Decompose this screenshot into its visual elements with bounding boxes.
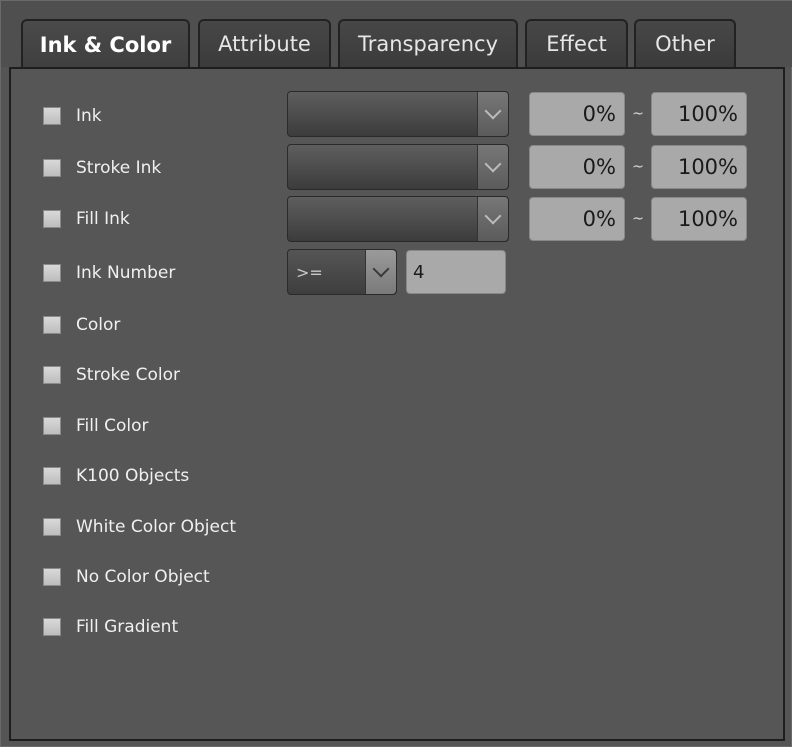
tab-other[interactable]: Other bbox=[634, 19, 736, 67]
checkbox-icon[interactable] bbox=[43, 518, 61, 536]
range-separator: ~ bbox=[632, 159, 644, 175]
chevron-down-icon[interactable] bbox=[477, 145, 508, 189]
option-color[interactable]: Color bbox=[43, 313, 120, 337]
tab-transparency[interactable]: Transparency bbox=[338, 19, 518, 67]
option-label: Fill Gradient bbox=[76, 617, 179, 637]
option-label: Ink bbox=[76, 106, 102, 126]
option-stroke-color[interactable]: Stroke Color bbox=[43, 363, 180, 387]
dialog-frame: Ink & Color Attribute Transparency Effec… bbox=[0, 0, 792, 747]
range-separator: ~ bbox=[632, 211, 644, 227]
fill-ink-dropdown[interactable] bbox=[287, 196, 509, 242]
option-label: Stroke Color bbox=[76, 365, 180, 385]
operator-value: >= bbox=[296, 262, 323, 282]
option-fill-gradient[interactable]: Fill Gradient bbox=[43, 615, 178, 639]
range-separator: ~ bbox=[632, 106, 644, 122]
checkbox-icon[interactable] bbox=[43, 366, 61, 384]
chevron-down-icon[interactable] bbox=[365, 250, 396, 294]
tab-label: Ink & Color bbox=[39, 33, 172, 57]
option-label: Ink Number bbox=[76, 263, 176, 283]
checkbox-icon[interactable] bbox=[43, 107, 61, 125]
stroke-ink-max-input[interactable]: 100% bbox=[651, 145, 747, 189]
checkbox-icon[interactable] bbox=[43, 467, 61, 485]
option-no-color-object[interactable]: No Color Object bbox=[43, 565, 210, 589]
stroke-ink-dropdown[interactable] bbox=[287, 144, 509, 190]
tab-label: Attribute bbox=[218, 32, 311, 56]
checkbox-icon[interactable] bbox=[43, 210, 61, 228]
option-k100-objects[interactable]: K100 Objects bbox=[43, 464, 189, 488]
stroke-ink-min-input[interactable]: 0% bbox=[529, 145, 625, 189]
checkbox-icon[interactable] bbox=[43, 159, 61, 177]
options-panel: Ink Stroke Ink Fill Ink Ink Number Color… bbox=[9, 67, 785, 741]
option-fill-ink[interactable]: Fill Ink bbox=[43, 207, 130, 231]
fill-ink-max-input[interactable]: 100% bbox=[651, 197, 747, 241]
checkbox-icon[interactable] bbox=[43, 568, 61, 586]
ink-max-input[interactable]: 100% bbox=[651, 92, 747, 136]
checkbox-icon[interactable] bbox=[43, 618, 61, 636]
chevron-down-icon[interactable] bbox=[477, 197, 508, 241]
fill-ink-min-input[interactable]: 0% bbox=[529, 197, 625, 241]
tab-ink-color[interactable]: Ink & Color bbox=[21, 19, 190, 69]
option-ink[interactable]: Ink bbox=[43, 104, 102, 128]
tab-label: Transparency bbox=[357, 32, 499, 56]
ink-min-input[interactable]: 0% bbox=[529, 92, 625, 136]
chevron-down-icon[interactable] bbox=[477, 92, 508, 136]
option-fill-color[interactable]: Fill Color bbox=[43, 414, 149, 438]
checkbox-icon[interactable] bbox=[43, 316, 61, 334]
option-stroke-ink[interactable]: Stroke Ink bbox=[43, 156, 161, 180]
option-label: White Color Object bbox=[76, 517, 236, 537]
tab-bar: Ink & Color Attribute Transparency Effec… bbox=[1, 1, 792, 69]
checkbox-icon[interactable] bbox=[43, 417, 61, 435]
option-white-color-object[interactable]: White Color Object bbox=[43, 515, 236, 539]
option-label: No Color Object bbox=[76, 567, 210, 587]
option-ink-number[interactable]: Ink Number bbox=[43, 261, 175, 285]
tab-label: Effect bbox=[546, 32, 607, 56]
option-label: Fill Ink bbox=[76, 209, 130, 229]
ink-number-operator-dropdown[interactable]: >= bbox=[287, 249, 397, 295]
tab-effect[interactable]: Effect bbox=[525, 19, 628, 67]
ink-dropdown[interactable] bbox=[287, 91, 509, 137]
option-label: Fill Color bbox=[76, 416, 149, 436]
tab-label: Other bbox=[655, 32, 715, 56]
tab-attribute[interactable]: Attribute bbox=[198, 19, 331, 67]
checkbox-icon[interactable] bbox=[43, 264, 61, 282]
option-label: Stroke Ink bbox=[76, 158, 162, 178]
ink-number-input[interactable]: 4 bbox=[406, 250, 506, 294]
option-label: K100 Objects bbox=[76, 466, 190, 486]
option-label: Color bbox=[76, 315, 121, 335]
